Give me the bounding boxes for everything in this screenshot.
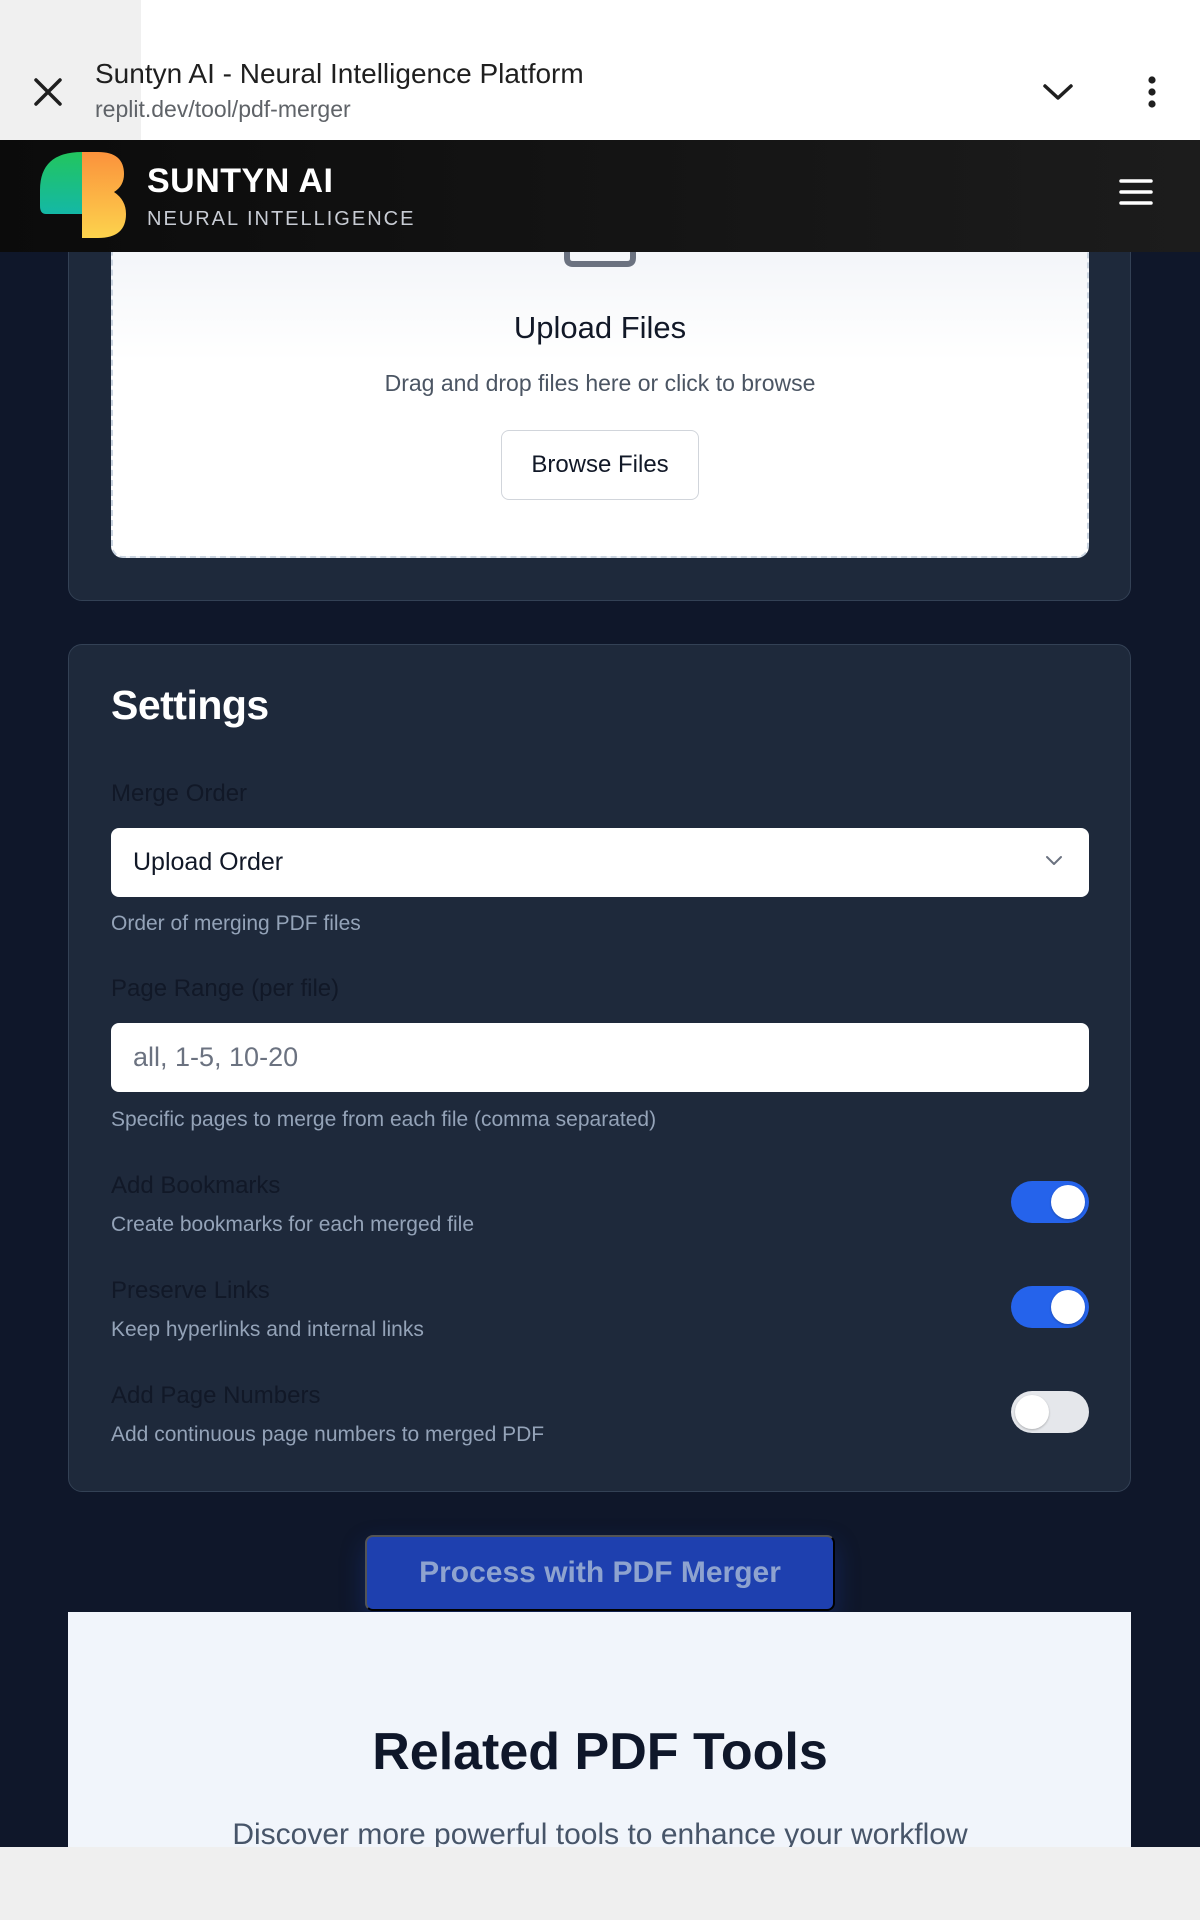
browse-files-button[interactable]: Browse Files [501,430,699,500]
settings-title: Settings [111,682,269,728]
brand-name: SUNTYN AI [147,162,334,200]
preserve-links-toggle[interactable] [1011,1286,1089,1328]
add-page-numbers-toggle[interactable] [1011,1391,1089,1433]
merge-order-value: Upload Order [133,848,284,876]
process-pdf-merger-button[interactable]: Process with PDF Merger [365,1535,835,1611]
toggle-knob [1051,1290,1085,1324]
add-bookmarks-toggle[interactable] [1011,1181,1089,1223]
chevron-down-icon [1046,856,1062,865]
toggle-knob [1051,1185,1085,1219]
chevron-down-icon[interactable] [1040,78,1076,106]
upload-title: Upload Files [513,310,687,345]
system-navigation-bar [0,1847,1200,1920]
upload-subtitle: Drag and drop files here or click to bro… [384,370,816,396]
merge-order-select[interactable]: Upload Order [111,828,1089,897]
add-bookmarks-help: Create bookmarks for each merged file [111,1213,474,1236]
more-options-icon[interactable] [1140,72,1164,112]
browser-toolbar: Suntyn AI - Neural Intelligence Platform… [0,0,1200,140]
page-range-label: Page Range (per file) [111,975,340,1002]
app-header: SUNTYN AI NEURAL INTELLIGENCE [0,140,1200,252]
page-range-help: Specific pages to merge from each file (… [111,1108,657,1131]
add-page-numbers-label: Add Page Numbers [111,1382,321,1409]
brand-tagline: NEURAL INTELLIGENCE [147,208,416,230]
browser-url[interactable]: replit.dev/tool/pdf-merger [95,96,351,123]
add-bookmarks-label: Add Bookmarks [111,1172,281,1199]
hamburger-menu-icon[interactable] [1118,174,1154,210]
preserve-links-label: Preserve Links [111,1277,270,1304]
preserve-links-help: Keep hyperlinks and internal links [111,1318,424,1341]
merge-order-help: Order of merging PDF files [111,912,361,935]
close-icon[interactable] [28,72,68,112]
related-tools-title: Related PDF Tools [372,1723,828,1781]
merge-order-label: Merge Order [111,780,248,807]
toggle-knob [1015,1395,1049,1429]
browser-page-title: Suntyn AI - Neural Intelligence Platform [95,58,584,89]
page-range-input[interactable] [111,1023,1089,1092]
add-page-numbers-help: Add continuous page numbers to merged PD… [111,1423,545,1446]
suntyn-logo-icon[interactable] [40,152,128,238]
